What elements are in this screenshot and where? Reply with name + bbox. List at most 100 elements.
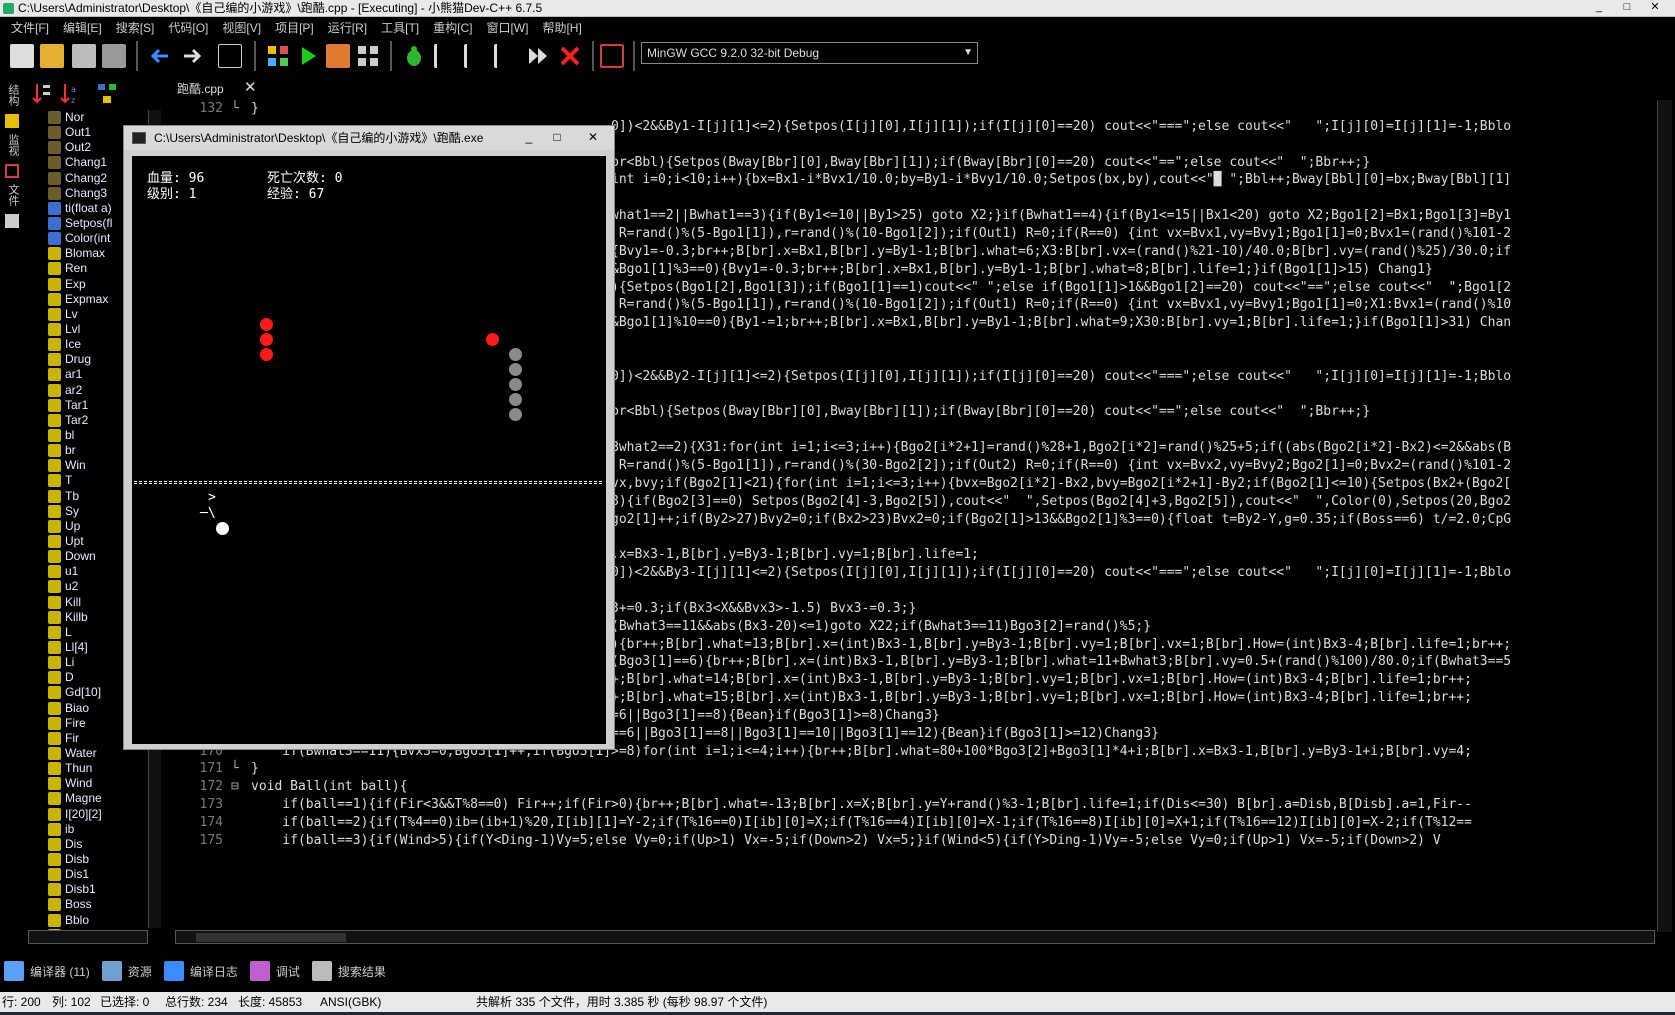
format-icon[interactable] bbox=[218, 44, 242, 68]
tab-structure[interactable]: 结构 bbox=[5, 84, 21, 106]
line-number: 171 bbox=[199, 761, 223, 777]
class-browser-item[interactable]: Dis bbox=[48, 837, 160, 852]
minimize-button[interactable]: _ bbox=[1585, 0, 1613, 15]
class-browser-item-label: Biao bbox=[65, 700, 90, 715]
class-browser-item[interactable]: I[20][2] bbox=[48, 806, 160, 821]
fold-marker[interactable]: └ bbox=[231, 100, 239, 118]
fold-marker[interactable]: ⊟ bbox=[231, 778, 239, 796]
class-browser-item[interactable]: Wind bbox=[48, 776, 160, 791]
rebuild-icon[interactable] bbox=[356, 44, 380, 68]
tab-files[interactable]: 文件 bbox=[5, 184, 21, 206]
menu-project[interactable]: 项目[P] bbox=[268, 19, 321, 36]
code-line[interactable]: 171 └} bbox=[173, 760, 1657, 778]
class-browser-item[interactable]: Dis1 bbox=[48, 867, 160, 882]
tab-search-results[interactable]: 搜索结果 bbox=[311, 961, 386, 981]
sort-alphabetically-icon[interactable]: az bbox=[60, 82, 80, 106]
menu-window[interactable]: 窗口[W] bbox=[479, 19, 535, 36]
class-browser-item-label: Kill bbox=[65, 594, 82, 609]
level-label: 级别: 1 bbox=[147, 187, 197, 202]
class-browser-item-label: Ice bbox=[65, 337, 82, 352]
class-browser-item-label: Fire bbox=[65, 715, 86, 730]
files-icon[interactable] bbox=[5, 214, 19, 228]
compile-run-icon[interactable] bbox=[326, 44, 350, 68]
menu-file[interactable]: 文件[F] bbox=[4, 19, 56, 36]
console-close-button[interactable]: ✕ bbox=[580, 126, 606, 148]
debug-panel-icon[interactable] bbox=[5, 164, 19, 178]
tab-watch[interactable]: 监视 bbox=[5, 134, 21, 156]
class-browser-item[interactable]: Thun bbox=[48, 761, 160, 776]
tab-compiler[interactable]: 编译器 (11) bbox=[4, 961, 90, 981]
save-icon[interactable] bbox=[72, 44, 96, 68]
new-file-icon[interactable] bbox=[10, 44, 34, 68]
member-icon bbox=[48, 852, 61, 866]
toolbar-separator bbox=[254, 41, 256, 71]
compile-icon[interactable] bbox=[266, 44, 290, 68]
class-browser-item[interactable]: Bblo bbox=[48, 912, 160, 927]
close-tab-icon[interactable]: ✕ bbox=[244, 78, 257, 96]
menu-run[interactable]: 运行[R] bbox=[321, 19, 374, 36]
save-all-icon[interactable] bbox=[102, 44, 126, 68]
menu-refactor[interactable]: 重构[C] bbox=[426, 19, 479, 36]
enemy-gray-ball bbox=[509, 348, 522, 361]
fold-marker[interactable]: └ bbox=[231, 760, 239, 778]
console-icon bbox=[132, 132, 146, 144]
open-folder-icon[interactable] bbox=[40, 44, 64, 68]
code-line[interactable]: 172 ⊟ void Ball(int ball){ bbox=[173, 778, 1657, 796]
sort-by-type-icon[interactable] bbox=[32, 82, 52, 106]
console-maximize-button[interactable]: □ bbox=[544, 126, 570, 148]
class-browser-item-label: Expmax bbox=[65, 291, 109, 306]
console-window[interactable]: C:\Users\Administrator\Desktop\《自己编的小游戏》… bbox=[123, 125, 615, 750]
editor-hscroll-thumb[interactable] bbox=[196, 933, 346, 942]
continue-icon[interactable] bbox=[526, 44, 550, 68]
class-browser-item-label: ar2 bbox=[65, 382, 83, 397]
run-icon[interactable] bbox=[296, 44, 320, 68]
class-browser-item[interactable]: Boss bbox=[48, 897, 160, 912]
show-inherited-icon[interactable] bbox=[96, 82, 118, 106]
code-line[interactable]: 174 if(ball==2){if(T%4==0)ib=(ib+1)%20,I… bbox=[173, 814, 1657, 832]
member-icon bbox=[48, 201, 61, 215]
menu-code[interactable]: 代码[O] bbox=[161, 19, 215, 36]
class-browser-item-label: Li bbox=[65, 655, 75, 670]
step-into-icon[interactable] bbox=[464, 44, 488, 68]
close-button[interactable]: ✕ bbox=[1641, 0, 1669, 15]
class-browser-item-label: u1 bbox=[65, 564, 79, 579]
console-minimize-button[interactable]: _ bbox=[516, 126, 542, 148]
class-browser-item[interactable]: Disb bbox=[48, 852, 160, 867]
undo-icon[interactable] bbox=[148, 44, 172, 68]
enemy-red-ball bbox=[260, 333, 273, 346]
class-browser-item[interactable]: Magne bbox=[48, 791, 160, 806]
editor-vscroll[interactable] bbox=[1657, 100, 1672, 932]
menu-help[interactable]: 帮助[H] bbox=[535, 19, 588, 36]
member-icon bbox=[48, 277, 61, 291]
step-over-icon[interactable] bbox=[434, 44, 458, 68]
tab-debug[interactable]: 调试 bbox=[249, 961, 300, 981]
tab-compile-log[interactable]: 编译日志 bbox=[163, 961, 238, 981]
code-line[interactable]: 173 if(ball==1){if(Fir<3&&T%8==0) Fir++;… bbox=[173, 796, 1657, 814]
debug-window-icon[interactable] bbox=[600, 44, 624, 68]
redo-icon[interactable] bbox=[180, 44, 204, 68]
code-line[interactable]: 175 if(ball==3){if(Wind>5){if(Y<Ding-1)V… bbox=[173, 832, 1657, 850]
menu-edit[interactable]: 编辑[E] bbox=[56, 19, 109, 36]
class-browser-item[interactable]: Nor bbox=[48, 110, 160, 125]
member-icon bbox=[48, 731, 61, 745]
debug-bug-icon[interactable] bbox=[402, 44, 426, 68]
tab-compiler-label: 编译器 (11) bbox=[30, 964, 90, 979]
add-watch-icon[interactable] bbox=[5, 114, 19, 128]
class-browser-item[interactable]: Disb1 bbox=[48, 882, 160, 897]
stop-icon[interactable] bbox=[558, 44, 582, 68]
menu-tools[interactable]: 工具[T] bbox=[374, 19, 426, 36]
code-line[interactable]: 132 └} bbox=[173, 100, 1657, 118]
tab-resources[interactable]: 资源 bbox=[101, 961, 152, 981]
maximize-button[interactable]: □ bbox=[1613, 0, 1641, 15]
menu-search[interactable]: 搜索[S] bbox=[109, 19, 162, 36]
code-text: if(ball==2){if(T%4==0)ib=(ib+1)%20,I[ib]… bbox=[251, 815, 1472, 830]
search-results-icon bbox=[311, 961, 332, 981]
class-browser-item[interactable]: ib bbox=[48, 822, 160, 837]
step-out-icon[interactable] bbox=[494, 44, 518, 68]
game-screen[interactable]: 血量: 96 级别: 1 死亡次数: 0 经验: 67 > ─\ bbox=[132, 156, 606, 744]
editor-hscroll[interactable] bbox=[175, 930, 1655, 944]
class-browser-hscroll[interactable] bbox=[28, 930, 148, 944]
menu-view[interactable]: 视图[V] bbox=[215, 19, 268, 36]
window-title-bar: C:\Users\Administrator\Desktop\《自己编的小游戏》… bbox=[0, 0, 1675, 17]
compiler-select[interactable]: MinGW GCC 9.2.0 32-bit Debug ▼ bbox=[641, 42, 978, 64]
